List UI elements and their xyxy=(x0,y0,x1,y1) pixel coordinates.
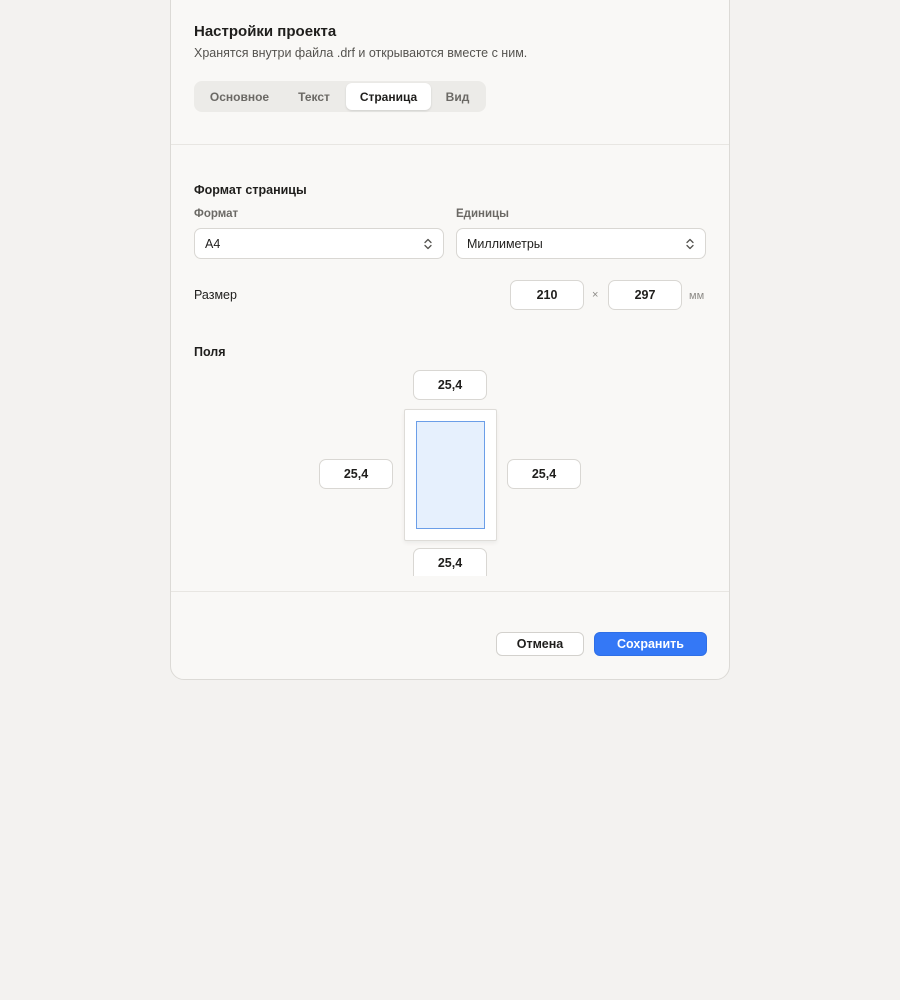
tab-general[interactable]: Основное xyxy=(198,83,281,110)
footer-divider xyxy=(171,591,729,592)
format-select[interactable]: A4 xyxy=(194,228,444,259)
page-format-section-title: Формат страницы xyxy=(194,183,307,197)
page-content-area xyxy=(416,421,485,529)
tab-view[interactable]: Вид xyxy=(433,83,482,110)
cancel-button[interactable]: Отмена xyxy=(496,632,584,656)
margin-left-input[interactable] xyxy=(319,459,393,489)
times-sign: × xyxy=(592,289,599,301)
margin-top-input[interactable] xyxy=(413,370,487,400)
margin-bottom-input[interactable] xyxy=(413,548,487,576)
dialog-subtitle: Хранятся внутри файла .drf и открываются… xyxy=(194,46,528,60)
size-label: Размер xyxy=(194,288,237,302)
settings-tabs: Основное Текст Страница Вид xyxy=(194,81,486,112)
page-width-input[interactable] xyxy=(510,280,584,310)
chevron-up-down-icon xyxy=(424,238,432,250)
tab-text[interactable]: Текст xyxy=(283,83,345,110)
page-height-input[interactable] xyxy=(608,280,682,310)
margin-right-input[interactable] xyxy=(507,459,581,489)
units-select[interactable]: Миллиметры xyxy=(456,228,706,259)
tab-page[interactable]: Страница xyxy=(346,83,431,110)
units-label: Единицы xyxy=(456,208,509,220)
units-select-value: Миллиметры xyxy=(467,236,543,251)
format-label: Формат xyxy=(194,208,239,220)
format-select-value: A4 xyxy=(205,236,221,251)
project-settings-dialog: Настройки проекта Хранятся внутри файла … xyxy=(170,0,730,680)
size-unit: мм xyxy=(689,290,705,302)
save-button[interactable]: Сохранить xyxy=(594,632,707,656)
page-preview xyxy=(404,409,497,541)
margins-section-title: Поля xyxy=(194,345,226,359)
dialog-title: Настройки проекта xyxy=(194,23,337,40)
chevron-up-down-icon xyxy=(686,238,694,250)
dialog-header: Настройки проекта Хранятся внутри файла … xyxy=(171,0,729,145)
